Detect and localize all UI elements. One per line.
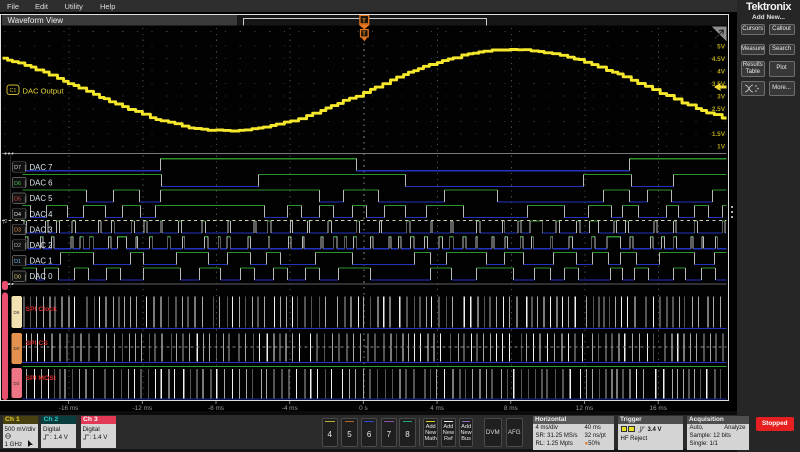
svg-text:D2: D2 (14, 243, 21, 249)
svg-text:SPI CS: SPI CS (25, 340, 48, 347)
svg-text:5V: 5V (717, 44, 726, 51)
svg-text:D2: D2 (13, 381, 19, 386)
svg-text:Waveform View: Waveform View (7, 16, 63, 25)
svg-text:1V: 1V (717, 144, 726, 151)
svg-text:2.5V: 2.5V (711, 106, 725, 113)
svg-text:D3: D3 (14, 228, 21, 234)
svg-text:D0: D0 (14, 274, 21, 280)
svg-text:1.5V: 1.5V (711, 131, 725, 138)
svg-text:3V: 3V (717, 94, 726, 101)
svg-text:DAC 7: DAC 7 (29, 163, 52, 172)
svg-text:DAC 5: DAC 5 (29, 194, 53, 203)
svg-text:D1: D1 (14, 259, 21, 265)
svg-text:D6: D6 (14, 181, 21, 187)
svg-text:(2: (2 (2, 219, 7, 225)
svg-text:SPI Clock: SPI Clock (25, 306, 57, 313)
svg-text:C1: C1 (9, 88, 16, 94)
svg-text:T: T (362, 18, 366, 24)
svg-text:T: T (362, 32, 365, 38)
svg-text:DAC 6: DAC 6 (29, 179, 52, 188)
svg-text:4.5V: 4.5V (711, 56, 725, 63)
svg-text:4V: 4V (717, 69, 726, 76)
svg-text:DAC 0: DAC 0 (29, 272, 53, 281)
svg-text:DAC 4: DAC 4 (29, 210, 53, 219)
svg-text:SPI MOSI: SPI MOSI (25, 375, 55, 382)
svg-text:DAC 3: DAC 3 (29, 225, 52, 234)
svg-text:D4: D4 (14, 212, 21, 218)
svg-text:D7: D7 (14, 165, 21, 171)
svg-text:DAC Output: DAC Output (22, 87, 64, 96)
svg-text:D5: D5 (14, 196, 21, 202)
svg-text:D0: D0 (13, 346, 19, 351)
svg-text:DAC 1: DAC 1 (29, 257, 52, 266)
svg-text:D6: D6 (13, 310, 19, 315)
svg-text:DAC 2: DAC 2 (29, 241, 52, 250)
